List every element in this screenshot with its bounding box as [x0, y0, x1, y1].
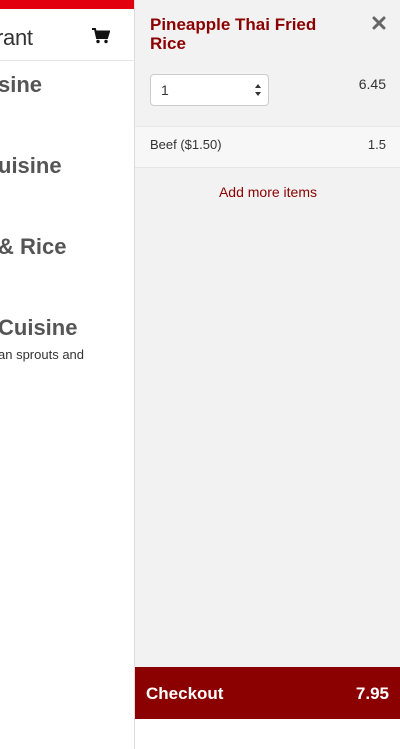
panel-footer [135, 719, 400, 749]
quantity-select[interactable]: 1 [150, 74, 269, 106]
cart-item: Pineapple Thai Fried Rice 1 6.45 [135, 0, 400, 128]
category-heading[interactable]: Cuisine [0, 315, 77, 341]
modifier-price: 1.5 [367, 137, 386, 152]
item-name: Pineapple Thai Fried Rice [150, 15, 317, 53]
top-brand-bar [0, 0, 134, 9]
close-icon[interactable] [370, 14, 388, 32]
checkout-button[interactable]: Checkout 7.95 [135, 667, 400, 719]
category-description: an sprouts and [0, 347, 85, 362]
checkout-label: Checkout [146, 684, 224, 703]
item-price: 6.45 [358, 76, 386, 92]
add-more-items-link[interactable]: Add more items [135, 184, 400, 200]
category-heading[interactable]: sine [0, 72, 42, 98]
background-menu-page: rant sine uisine & Rice Cuisine an sprou… [0, 0, 134, 749]
cart-panel: Pineapple Thai Fried Rice 1 6.45 Beef ($… [134, 0, 400, 749]
category-heading[interactable]: & Rice [0, 234, 66, 260]
modifier-label: Beef ($1.50) [150, 137, 222, 152]
restaurant-name[interactable]: rant [0, 25, 33, 51]
site-header: rant [0, 9, 134, 61]
shopping-cart-icon[interactable] [92, 28, 111, 44]
select-arrows-icon [254, 83, 262, 97]
checkout-total: 7.95 [355, 684, 389, 703]
category-heading[interactable]: uisine [0, 153, 62, 179]
modifier-row: Beef ($1.50) 1.5 [135, 126, 400, 168]
quantity-value: 1 [161, 82, 169, 98]
